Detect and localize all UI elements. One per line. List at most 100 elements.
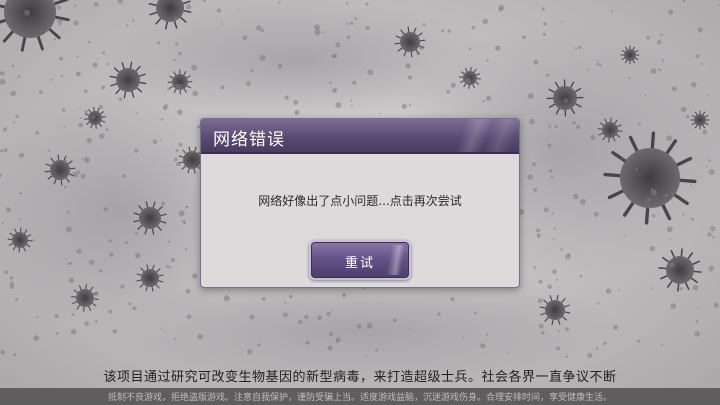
particle-dot <box>401 103 407 109</box>
particle-dot <box>81 158 83 160</box>
particle-dot <box>259 55 266 61</box>
particle-dot <box>327 345 333 351</box>
particle-dot <box>134 148 139 153</box>
particle-dot <box>596 62 600 66</box>
particle-dot <box>482 18 488 25</box>
particle-dot <box>527 93 534 99</box>
particle-dot <box>624 234 627 237</box>
particle-dot <box>700 62 703 66</box>
particle-dot <box>10 90 16 97</box>
particle-dot <box>480 343 486 349</box>
particle-dot <box>547 143 552 148</box>
virus-particle <box>658 248 702 292</box>
particle-dot <box>173 157 178 162</box>
particle-dot <box>69 262 72 265</box>
particle-dot <box>122 174 126 178</box>
particle-dot <box>541 331 545 335</box>
particle-dot <box>71 328 77 335</box>
particle-dot <box>680 106 687 113</box>
retry-button-label: 重试 <box>344 256 375 271</box>
particle-dot <box>692 284 699 291</box>
particle-dot <box>365 26 370 31</box>
particle-dot <box>537 298 543 304</box>
particle-dot <box>9 276 14 280</box>
particle-dot <box>120 284 125 289</box>
particle-dot <box>197 333 204 340</box>
particle-dot <box>610 10 613 13</box>
particle-dot <box>168 240 171 243</box>
particle-dot <box>178 210 185 217</box>
particle-dot <box>547 284 552 289</box>
particle-dot <box>555 278 558 281</box>
particle-dot <box>13 121 16 124</box>
particle-dot <box>177 109 183 115</box>
particle-dot <box>84 110 89 114</box>
particle-dot <box>605 288 612 294</box>
particle-dot <box>446 89 450 94</box>
particle-dot <box>66 210 70 214</box>
particle-dot <box>91 115 96 119</box>
particle-dot <box>19 191 23 195</box>
particle-dot <box>393 318 397 323</box>
particle-dot <box>175 83 182 90</box>
particle-dot <box>60 74 64 77</box>
particle-dot <box>333 53 338 59</box>
particle-dot <box>658 68 661 72</box>
particle-dot <box>441 29 445 33</box>
particle-dot <box>53 38 57 41</box>
health-notice-text: 抵制不良游戏，拒绝盗版游戏。注意自我保护，谨防受骗上当。适度游戏益脑，沉迷游戏伤… <box>107 393 612 403</box>
particle-dot <box>75 71 81 77</box>
particle-dot <box>124 241 128 245</box>
particle-dot <box>15 297 19 301</box>
retry-button[interactable]: 重试 <box>309 240 411 280</box>
particle-dot <box>346 35 351 40</box>
particle-dot <box>86 137 92 144</box>
particle-dot <box>0 350 5 355</box>
particle-dot <box>112 329 117 334</box>
particle-dot <box>416 51 421 56</box>
particle-dot <box>354 17 358 21</box>
particle-dot <box>2 127 8 132</box>
particle-dot <box>651 287 654 290</box>
particle-dot <box>650 68 657 74</box>
particle-dot <box>80 174 86 179</box>
particle-dot <box>87 41 91 44</box>
particle-dot <box>220 22 223 25</box>
particle-dot <box>690 217 694 221</box>
particle-dot <box>664 193 669 198</box>
particle-dot <box>192 273 198 279</box>
particle-dot <box>579 275 583 278</box>
particle-dot <box>173 58 176 62</box>
particle-dot <box>317 315 323 321</box>
particle-dot <box>522 35 526 39</box>
particle-dot <box>102 51 106 55</box>
particle-dot <box>366 354 368 357</box>
particle-dot <box>586 68 589 71</box>
particle-dot <box>99 269 103 273</box>
particle-dot <box>19 152 24 158</box>
particle-dot <box>545 73 550 77</box>
particle-dot <box>551 212 554 215</box>
particle-dot <box>635 168 638 171</box>
particle-dot <box>419 45 424 50</box>
particle-dot <box>17 75 21 78</box>
particle-dot <box>597 302 600 305</box>
dialog-title: 网络错误 <box>213 130 285 150</box>
particle-dot <box>160 118 164 121</box>
particle-dot <box>576 124 581 130</box>
game-screen: 网络错误 网络好像出了点小问题...点击再次尝试 重试 该项目通过研究可改变生物… <box>0 0 720 405</box>
particle-dot <box>708 169 715 175</box>
particle-dot <box>594 212 599 217</box>
particle-dot <box>84 89 88 94</box>
particle-dot <box>260 28 265 33</box>
particle-dot <box>651 214 656 218</box>
particle-dot <box>599 64 602 67</box>
particle-dot <box>533 266 536 269</box>
particle-dot <box>702 129 708 135</box>
particle-dot <box>548 124 552 128</box>
particle-dot <box>79 107 81 109</box>
particle-dot <box>283 312 288 318</box>
particle-dot <box>32 239 36 242</box>
particle-dot <box>621 157 623 160</box>
particle-dot <box>15 114 19 119</box>
